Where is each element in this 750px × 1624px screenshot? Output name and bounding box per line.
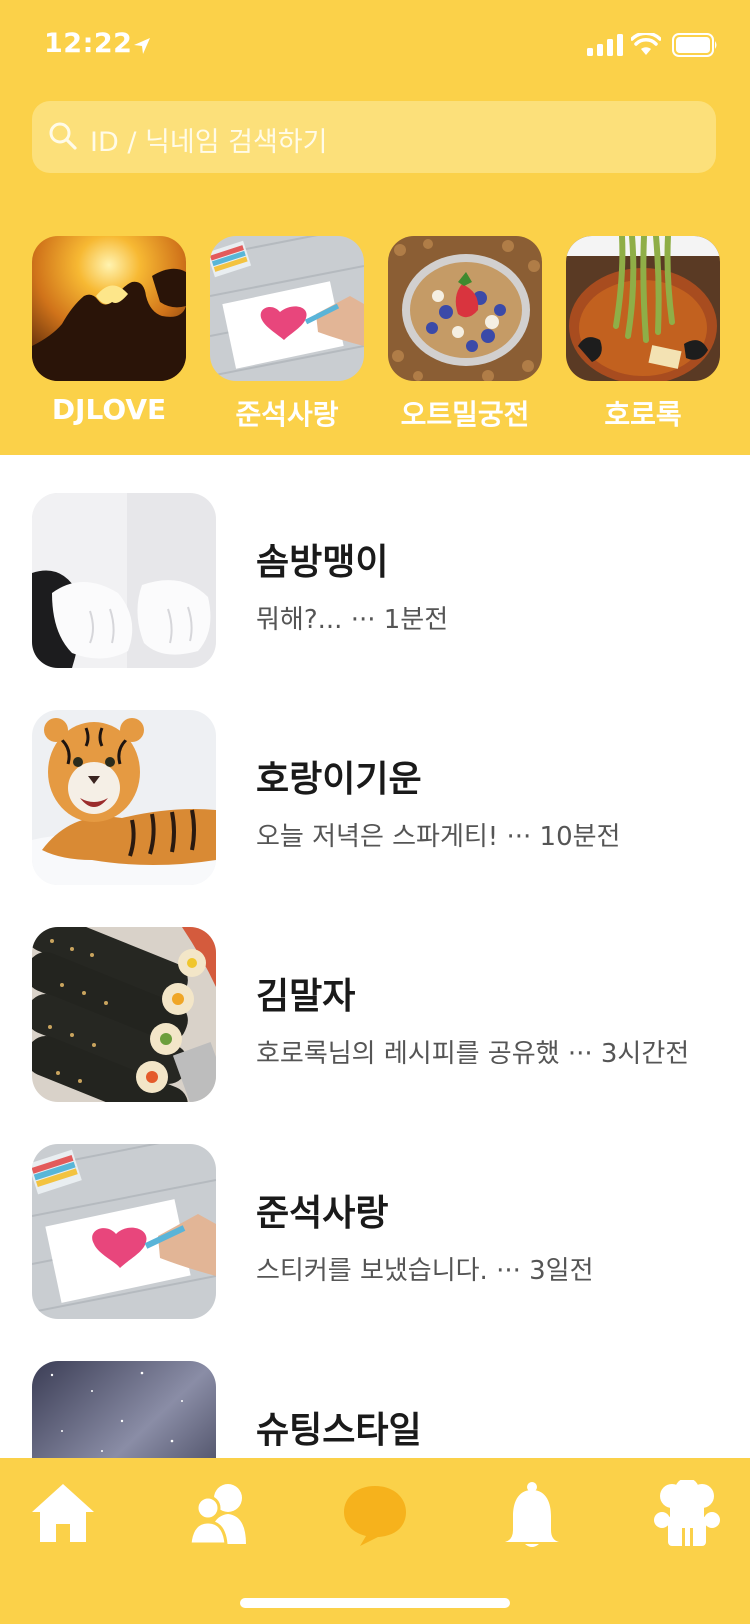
chat-name: 솜방맹이: [256, 542, 389, 583]
story-name: DJLOVE: [51, 393, 167, 426]
story-image: [32, 236, 186, 381]
story-row: DJLOVE 준석사랑 오트밀궁전 호로록: [0, 236, 750, 436]
chat-name: 호랑이기운: [256, 759, 422, 800]
battery-icon: [672, 33, 717, 57]
tab-bar: [0, 1458, 750, 1624]
story-item[interactable]: 준석사랑: [210, 236, 364, 431]
tab-chat[interactable]: [340, 1480, 410, 1550]
chat-list-item[interactable]: 김말자 호로록님의 레시피를 공유했 ··· 3시간전: [0, 927, 750, 1105]
story-image: [566, 236, 720, 381]
chat-name: 슈팅스타일: [256, 1410, 422, 1451]
friends-icon: [188, 1484, 246, 1546]
chat-icon: [344, 1486, 406, 1546]
chat-avatar: [32, 927, 216, 1102]
story-item[interactable]: DJLOVE: [32, 236, 186, 426]
chat-list-item[interactable]: 준석사랑 스티커를 보냈습니다. ··· 3일전: [0, 1144, 750, 1322]
chat-avatar: [32, 710, 216, 885]
home-icon: [32, 1484, 94, 1542]
bell-icon: [505, 1482, 559, 1547]
home-indicator: [240, 1598, 510, 1608]
story-image: [388, 236, 542, 381]
wifi-icon: [631, 33, 661, 55]
chat-list-item[interactable]: 호랑이기운 오늘 저녁은 스파게티! ··· 10분전: [0, 710, 750, 888]
search-placeholder: ID / 닉네임 검색하기: [90, 127, 328, 158]
chat-preview: 뭐해?... ··· 1분전: [256, 605, 449, 635]
chat-avatar: [32, 493, 216, 668]
story-name: 오트밀궁전: [400, 398, 530, 431]
search-icon: [49, 122, 77, 150]
header-area: 12:22 ID / 닉네임 검색하기 DJLOVE 준석사랑 오트밀궁전 호로…: [0, 0, 750, 455]
chat-preview: 오늘 저녁은 스파게티! ··· 10분전: [256, 822, 621, 852]
chat-avatar: [32, 1144, 216, 1319]
story-item[interactable]: 오트밀궁전: [388, 236, 542, 431]
tab-friends[interactable]: [184, 1480, 254, 1550]
story-name: 준석사랑: [235, 398, 339, 431]
location-arrow-icon: [134, 38, 150, 54]
chat-name: 김말자: [256, 976, 356, 1017]
story-item[interactable]: 호로록: [566, 236, 720, 431]
chat-list-item[interactable]: 슈팅스타일: [0, 1361, 750, 1458]
tab-home[interactable]: [28, 1480, 98, 1550]
search-input[interactable]: ID / 닉네임 검색하기: [32, 101, 716, 173]
status-bar: 12:22: [0, 0, 750, 90]
chat-preview: 스티커를 보냈습니다. ··· 3일전: [256, 1256, 594, 1286]
story-name: 호로록: [604, 398, 682, 431]
chef-icon: [654, 1480, 720, 1546]
tab-notifications[interactable]: [497, 1480, 567, 1550]
story-image: [210, 236, 364, 381]
tab-recipes[interactable]: [652, 1480, 722, 1550]
chat-list: 솜방맹이 뭐해?... ··· 1분전 호랑이기운 오늘 저녁은 스파게티! ·…: [0, 455, 750, 1458]
status-time: 12:22: [44, 28, 133, 59]
chat-preview: 호로록님의 레시피를 공유했 ··· 3시간전: [256, 1039, 690, 1069]
chat-list-item[interactable]: 솜방맹이 뭐해?... ··· 1분전: [0, 493, 750, 671]
signal-icon: [587, 34, 623, 56]
chat-avatar: [32, 1361, 216, 1458]
chat-name: 준석사랑: [256, 1193, 389, 1234]
